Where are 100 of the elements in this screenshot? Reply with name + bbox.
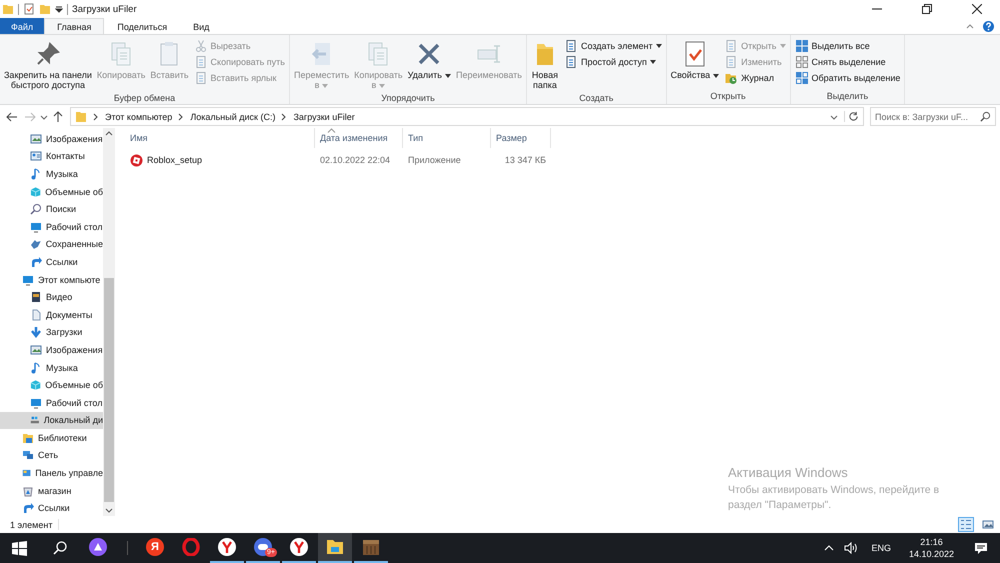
group-label: Выделить — [826, 91, 870, 103]
checklist-icon[interactable] — [23, 3, 35, 15]
navigation-item[interactable]: Сохраненные — [0, 236, 103, 254]
up-arrow-icon[interactable] — [52, 110, 64, 122]
taskbar-app[interactable] — [318, 533, 352, 563]
folder-icon — [75, 110, 87, 122]
caret-icon — [780, 44, 786, 48]
notification-icon[interactable] — [974, 542, 988, 554]
address-field[interactable]: Этот компьютер Локальный диск (C:) Загрузки uFiler — [70, 107, 864, 126]
browser-logo: Я — [146, 538, 164, 556]
ribbon-button[interactable]: Выделить все — [792, 39, 902, 53]
windows-start-icon[interactable] — [12, 540, 27, 556]
group-label: Открыть — [709, 91, 747, 103]
ribbon-button[interactable]: Удалить — [406, 37, 453, 93]
group-label: Упорядочить — [380, 93, 436, 104]
ribbon-button[interactable]: Снять выделение — [792, 55, 902, 69]
navigation-item[interactable]: Загрузки — [0, 324, 103, 342]
scrollbar-thumb[interactable] — [104, 278, 114, 502]
navigation-item[interactable]: Документы — [0, 306, 103, 324]
table-cell-text: 13 347 КБ — [504, 155, 547, 165]
navigation-item[interactable]: Музыка — [0, 358, 103, 376]
ribbon-tab[interactable]: Поделиться — [104, 18, 180, 34]
column-header[interactable]: Дата изменения — [315, 128, 403, 148]
breadcrumb-link[interactable]: Этот компьютер — [105, 112, 172, 122]
close-icon — [972, 4, 982, 14]
navigation-item[interactable]: Рабочий стол — [0, 394, 103, 412]
navigation-item[interactable]: Рабочий стол — [0, 218, 103, 236]
chevron-right-icon[interactable] — [93, 112, 99, 120]
navigation-item[interactable]: Библиотеки — [0, 429, 103, 447]
breadcrumb-link[interactable]: Локальный диск (C:) — [190, 112, 276, 122]
back-arrow-icon[interactable] — [6, 110, 18, 122]
puzzle-icon — [30, 238, 42, 250]
ribbon-button[interactable]: Закрепить на панели быстрого доступа — [2, 37, 94, 93]
chevron-right-icon[interactable] — [178, 112, 184, 120]
cube-icon — [30, 186, 42, 198]
refresh-icon[interactable] — [844, 111, 859, 122]
ribbon-tab[interactable]: Главная — [44, 18, 104, 34]
arrow-icon — [30, 256, 42, 268]
ribbon-tab[interactable]: Вид — [180, 18, 222, 34]
file-row[interactable]: Roblox_setup 02.10.2022 22:04 Приложение 13 347 КБ — [125, 151, 551, 169]
folder-icon — [724, 71, 738, 85]
chevron-up-icon[interactable] — [824, 544, 834, 552]
breadcrumb-link[interactable]: Загрузки uFiler — [293, 112, 355, 122]
activation-text: Чтобы активировать Windows, перейдите в раздел "Параметры". — [728, 483, 940, 513]
file-menu-tab[interactable]: Файл — [0, 18, 44, 34]
group-label: Буфер обмена — [112, 93, 176, 104]
caret-icon — [444, 74, 451, 78]
navigation-item[interactable]: Панель управле — [0, 464, 103, 482]
navigation-item[interactable]: Изображения — [0, 130, 103, 148]
chevron-down-icon[interactable] — [40, 112, 48, 120]
browser-icon — [218, 538, 236, 556]
navigation-item[interactable]: Локальный ди — [0, 412, 103, 430]
navigation-item[interactable]: Видео — [0, 288, 103, 306]
music-note-icon — [30, 362, 42, 374]
navigation-item[interactable]: Этот компьюте — [0, 270, 103, 288]
taskbar-app[interactable]: Я — [138, 533, 172, 563]
caret-icon — [650, 60, 656, 64]
app-icon — [130, 154, 143, 166]
browser-icon — [290, 538, 308, 556]
folder-icon — [326, 539, 344, 555]
ribbon-button[interactable]: Журнал — [722, 71, 788, 85]
ribbon-button[interactable]: Простой доступ — [562, 55, 664, 69]
monitor-icon — [22, 274, 34, 286]
navigation-item[interactable]: Сеть — [0, 446, 103, 464]
column-header[interactable]: Имя — [125, 128, 315, 148]
arrow-icon — [22, 502, 34, 514]
navigation-item[interactable]: магазин — [0, 482, 103, 500]
chevron-down-icon[interactable] — [830, 112, 838, 120]
language-indicator[interactable]: ENG — [871, 543, 891, 553]
navigation-item[interactable]: Объемные об — [0, 376, 103, 394]
speaker-icon[interactable] — [844, 542, 858, 554]
ribbon-button[interactable]: Обратить выделение — [792, 71, 902, 85]
cube-icon — [30, 379, 42, 392]
details-view-button[interactable] — [958, 517, 974, 532]
ribbon-button[interactable]: Новая папка — [528, 37, 561, 93]
music-note-icon — [30, 168, 42, 180]
search-field[interactable]: Поиск в: Загрузки uF... — [870, 107, 996, 126]
help-icon[interactable] — [983, 20, 994, 32]
column-header[interactable]: Тип — [403, 128, 491, 148]
clock[interactable]: 21:16 14.10.2022 — [908, 536, 954, 560]
search-icon[interactable] — [53, 541, 67, 555]
chevron-right-icon[interactable] — [281, 112, 288, 120]
activation-title: Активация Windows — [728, 465, 849, 480]
contact-card-icon — [30, 150, 42, 162]
navigation-item[interactable]: Контакты — [0, 148, 103, 166]
navigation-item[interactable]: Изображения — [0, 341, 103, 359]
column-header[interactable]: Размер — [491, 128, 551, 148]
ribbon-button[interactable]: Создать элемент — [562, 39, 664, 53]
down-arrow-icon — [30, 326, 42, 338]
file-name: Roblox_setup — [147, 155, 202, 165]
scissors-icon — [194, 39, 208, 53]
navigation-item[interactable]: Ссылки — [0, 253, 103, 271]
navigation-item[interactable]: Музыка — [0, 165, 103, 183]
picture-frame-icon — [30, 344, 42, 356]
table-cell-text: 02.10.2022 22:04 — [319, 155, 392, 165]
ribbon-button[interactable]: Свойства — [668, 37, 722, 91]
navigation-item[interactable]: Объемные об — [0, 182, 103, 200]
navigation-item[interactable]: Ссылки — [0, 499, 103, 516]
navigation-item[interactable]: Поиски — [0, 200, 103, 218]
film-icon — [30, 291, 42, 304]
